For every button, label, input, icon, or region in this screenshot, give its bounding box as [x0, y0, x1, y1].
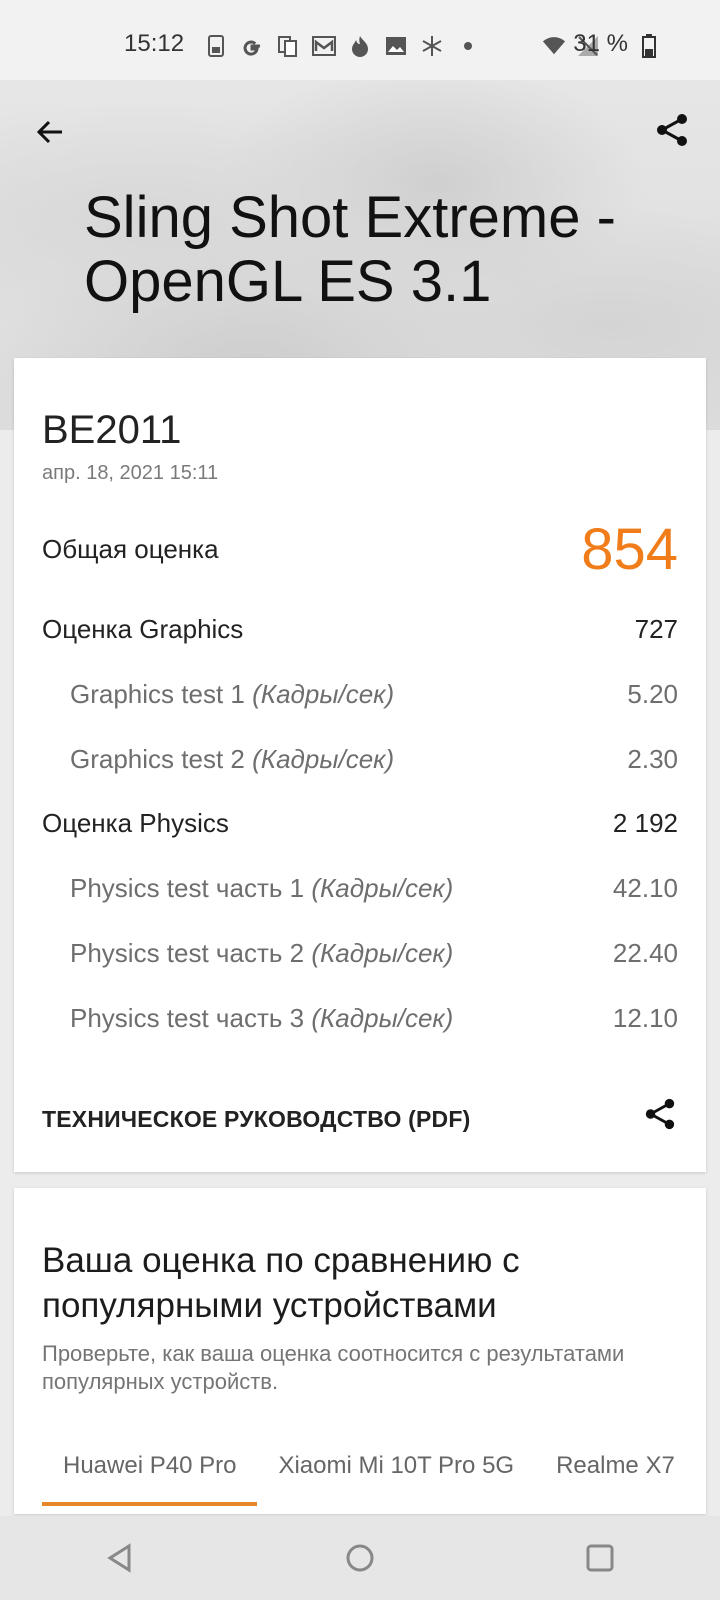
device-name: BE2011 — [42, 408, 182, 452]
total-score-value: 854 — [581, 517, 678, 582]
battery-icon — [642, 34, 656, 63]
physics-test-1-row: Physics test часть 1 (Кадры/сек) 42.10 — [42, 873, 678, 904]
physics-score-row: Оценка Physics 2 192 — [42, 808, 678, 839]
graphics-test-2-label: Graphics test 2 (Кадры/сек) — [70, 744, 395, 774]
image-icon — [384, 34, 408, 58]
graphics-test-2-value: 2.30 — [627, 744, 678, 774]
graphics-test-1-row: Graphics test 1 (Кадры/сек) 5.20 — [42, 679, 678, 710]
graphics-test-2-row: Graphics test 2 (Кадры/сек) 2.30 — [42, 744, 678, 775]
tab-xiaomi-mi-10t-pro-5g[interactable]: Xiaomi Mi 10T Pro 5G — [257, 1452, 535, 1502]
physics-test-2-row: Physics test часть 2 (Кадры/сек) 22.40 — [42, 938, 678, 969]
device-tabs: Huawei P40 Pro Xiaomi Mi 10T Pro 5G Real… — [42, 1452, 678, 1512]
wifi-icon — [542, 34, 566, 58]
graphics-test-1-label: Graphics test 1 (Кадры/сек) — [70, 679, 395, 709]
physics-score-value: 2 192 — [612, 808, 678, 838]
share-icon — [645, 1098, 675, 1130]
google-icon — [240, 34, 264, 58]
physics-test-1-value: 42.10 — [612, 873, 678, 903]
fire-icon — [348, 34, 372, 58]
square-recents-icon — [586, 1544, 614, 1572]
dot-icon — [456, 34, 480, 58]
total-score-row: Общая оценка 854 — [42, 516, 678, 583]
circle-home-icon — [346, 1544, 374, 1572]
physics-score-label: Оценка Physics — [42, 808, 229, 838]
graphics-score-label: Оценка Graphics — [42, 614, 244, 644]
copy-icon — [276, 34, 300, 58]
total-score-label: Общая оценка — [42, 534, 219, 564]
graphics-score-value: 727 — [634, 614, 678, 644]
share-button[interactable] — [652, 110, 692, 150]
triangle-back-icon — [107, 1543, 131, 1573]
notification-icons — [204, 34, 480, 58]
status-bar: 15:12 31 % — [0, 0, 720, 80]
status-time: 15:12 — [124, 30, 185, 57]
physics-test-2-label: Physics test часть 2 (Кадры/сек) — [70, 938, 454, 968]
sim-icon — [204, 34, 228, 58]
back-button[interactable] — [30, 112, 70, 152]
physics-test-3-value: 12.10 — [612, 1003, 678, 1033]
technical-guide-link[interactable]: ТЕХНИЧЕСКОЕ РУКОВОДСТВО (PDF) — [42, 1106, 470, 1133]
nav-back-button[interactable] — [100, 1538, 140, 1578]
comparison-title: Ваша оценка по сравнению с популярными у… — [42, 1241, 520, 1325]
physics-test-1-label: Physics test часть 1 (Кадры/сек) — [70, 873, 454, 903]
unit-label: (Кадры/сек) — [252, 679, 395, 709]
unit-label: (Кадры/сек) — [311, 873, 454, 903]
system-nav-bar — [0, 1516, 720, 1600]
pdf-share-button[interactable] — [640, 1094, 680, 1134]
nav-recents-button[interactable] — [580, 1538, 620, 1578]
graphics-score-row: Оценка Graphics 727 — [42, 614, 678, 645]
tab-realme-x7[interactable]: Realme X7 — [535, 1452, 678, 1502]
test-date: апр. 18, 2021 15:11 — [42, 462, 219, 484]
snowflake-icon — [420, 34, 444, 58]
unit-label: (Кадры/сек) — [311, 1003, 454, 1033]
comparison-card: Ваша оценка по сравнению с популярными у… — [14, 1188, 706, 1514]
tab-huawei-p40-pro[interactable]: Huawei P40 Pro — [42, 1452, 258, 1506]
page-title: Sling Shot Extreme - OpenGL ES 3.1 — [84, 185, 616, 314]
result-card: BE2011 апр. 18, 2021 15:11 Общая оценка … — [14, 358, 706, 1172]
nav-home-button[interactable] — [340, 1538, 380, 1578]
comparison-subtitle: Проверьте, как ваша оценка соотносится с… — [42, 1341, 625, 1394]
unit-label: (Кадры/сек) — [252, 744, 395, 774]
arrow-left-icon — [36, 120, 62, 144]
graphics-test-1-value: 5.20 — [627, 679, 678, 709]
battery-text: 31 % — [573, 30, 628, 57]
physics-test-3-label: Physics test часть 3 (Кадры/сек) — [70, 1003, 454, 1033]
mail-icon — [312, 34, 336, 58]
physics-test-2-value: 22.40 — [612, 938, 678, 968]
unit-label: (Кадры/сек) — [311, 938, 454, 968]
share-icon — [657, 114, 687, 146]
physics-test-3-row: Physics test часть 3 (Кадры/сек) 12.10 — [42, 1003, 678, 1034]
